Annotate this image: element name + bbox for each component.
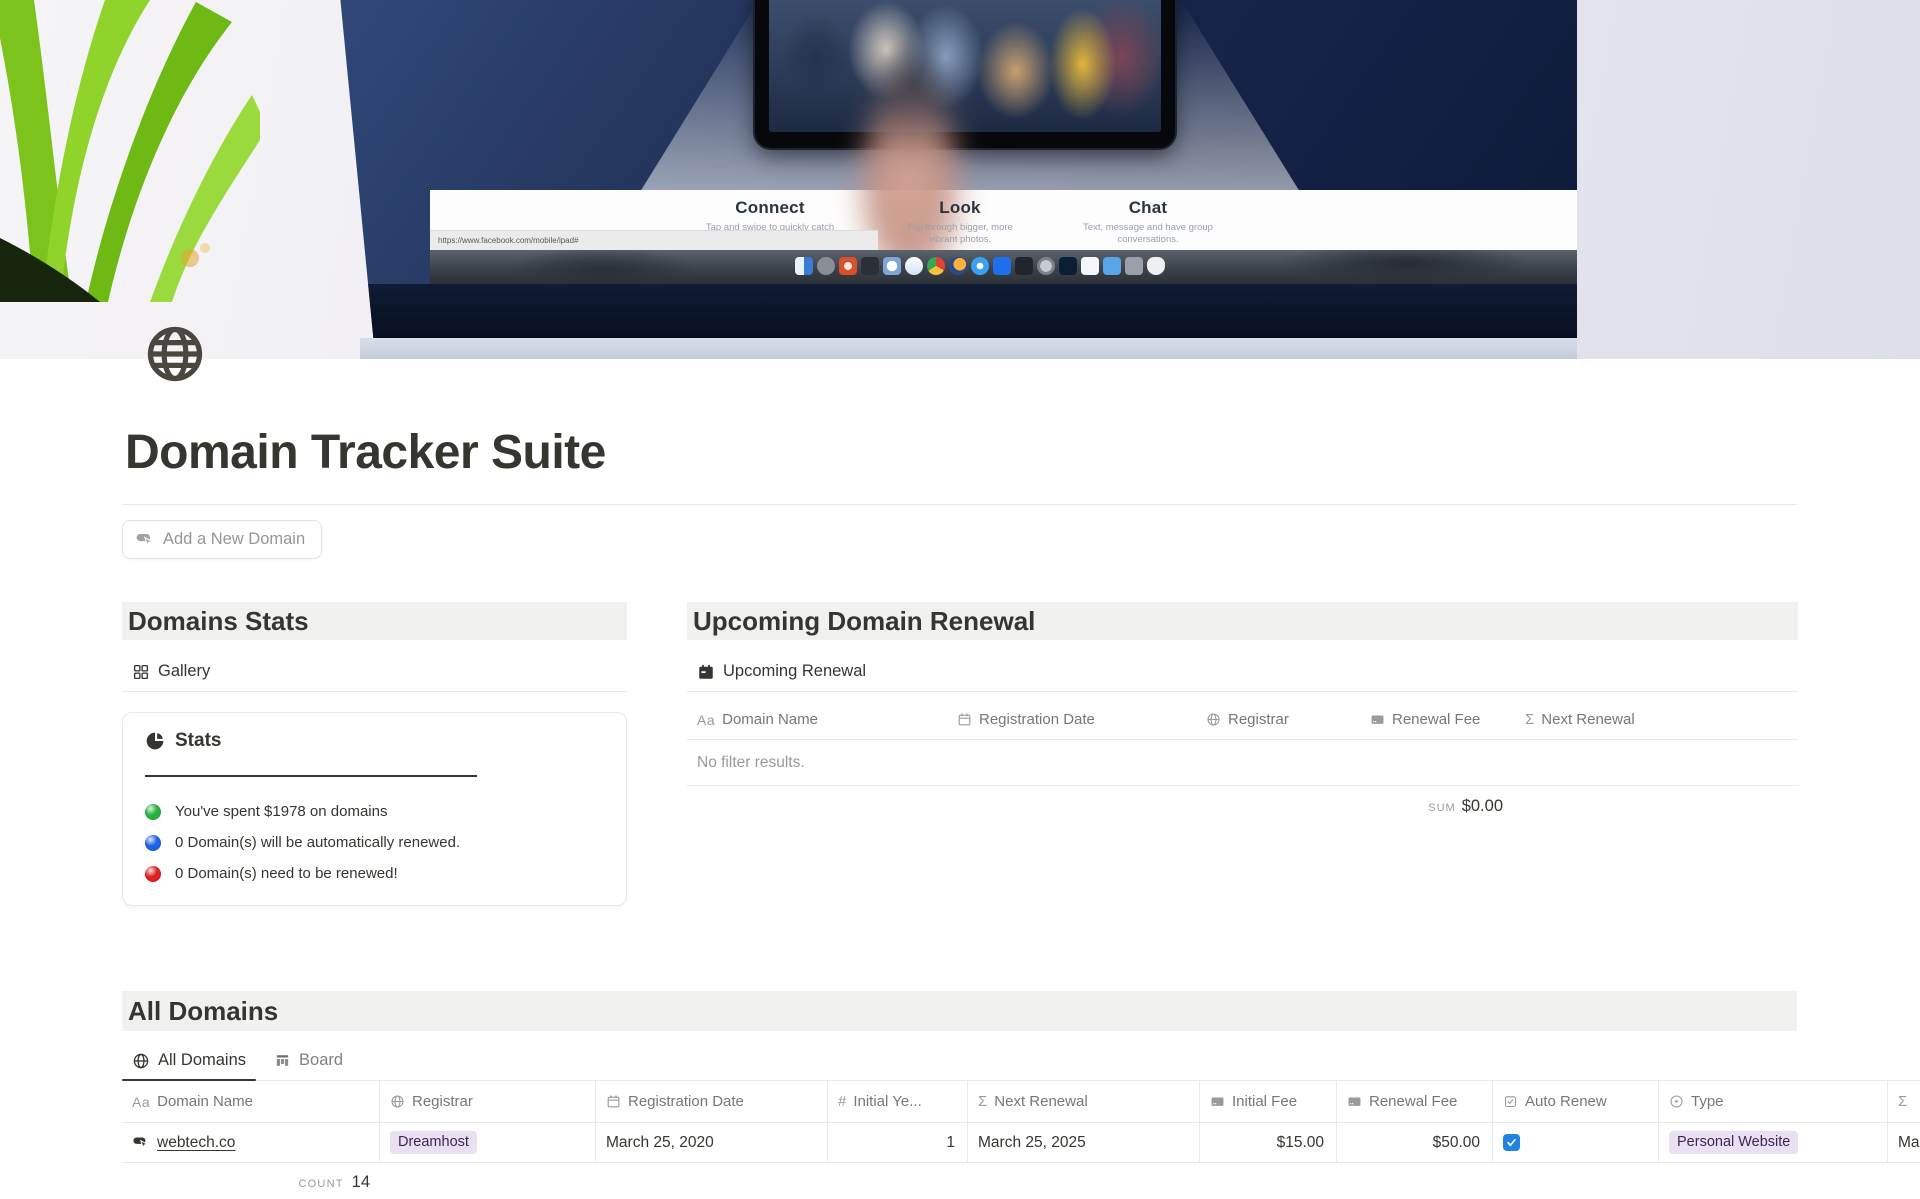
- cell-next-renewal[interactable]: March 25, 2025: [968, 1123, 1200, 1162]
- upcoming-renewal-section: Upcoming Domain Renewal Upcoming Renewal: [687, 602, 1798, 826]
- check-icon: [1506, 1137, 1517, 1148]
- column-header-formula[interactable]: Σ: [1888, 1081, 1920, 1122]
- credit-card-icon: [1347, 1094, 1362, 1109]
- column-header-renewal-fee[interactable]: Renewal Fee: [1360, 700, 1515, 739]
- page-icon-globe[interactable]: [144, 323, 206, 385]
- type-tag[interactable]: Personal Website: [1669, 1131, 1798, 1154]
- column-header-domain-name[interactable]: Aa Domain Name: [122, 1081, 380, 1122]
- column-header-auto-renew[interactable]: Auto Renew: [1493, 1081, 1659, 1122]
- notion-page: Connect Tap and swipe to quickly catchup…: [0, 0, 1920, 1199]
- count-calculation[interactable]: COUNT 14: [122, 1163, 380, 1199]
- column-header-initial-fee[interactable]: Initial Fee: [1200, 1081, 1337, 1122]
- globe-icon: [1206, 712, 1221, 727]
- sigma-icon: Σ: [1898, 1094, 1907, 1109]
- cell-renewal-fee[interactable]: $50.00: [1337, 1123, 1493, 1162]
- sigma-icon: Σ: [1525, 712, 1534, 727]
- cover-image: Connect Tap and swipe to quickly catchup…: [0, 0, 1920, 359]
- checkbox-icon: [1503, 1094, 1518, 1109]
- credit-card-icon: [1370, 712, 1385, 727]
- stats-card[interactable]: Stats You've spent $1978 on domains 0 Do…: [122, 712, 627, 906]
- pie-chart-icon: [145, 731, 165, 751]
- cell-auto-renew[interactable]: [1493, 1123, 1659, 1162]
- cover-url-bar: https://www.facebook.com/mobile/ipad#: [430, 230, 878, 250]
- view-tab-upcoming-renewal[interactable]: Upcoming Renewal: [697, 652, 866, 691]
- stat-item-spent: You've spent $1978 on domains: [145, 796, 604, 827]
- select-icon: [1669, 1094, 1684, 1109]
- hash-icon: #: [838, 1094, 846, 1109]
- upcoming-renewal-header: Upcoming Domain Renewal: [687, 602, 1798, 640]
- calendar-icon: [606, 1094, 621, 1109]
- column-header-renewal-fee[interactable]: Renewal Fee: [1337, 1081, 1493, 1122]
- column-header-registrar[interactable]: Registrar: [380, 1081, 596, 1122]
- domain-link[interactable]: webtech.co: [132, 1134, 235, 1152]
- column-header-type[interactable]: Type: [1659, 1081, 1888, 1122]
- column-header-next-renewal[interactable]: Σ Next Renewal: [1515, 700, 1788, 739]
- upcoming-empty-state: No filter results.: [687, 740, 1798, 786]
- sigma-icon: Σ: [978, 1094, 987, 1109]
- green-dot-icon: [145, 804, 161, 820]
- board-icon: [274, 1052, 291, 1069]
- cell-registration-date[interactable]: March 25, 2020: [596, 1123, 828, 1162]
- red-dot-icon: [145, 866, 161, 882]
- all-domains-header: All Domains: [122, 991, 1797, 1031]
- credit-card-icon: [1210, 1094, 1225, 1109]
- stat-item-need-renew: 0 Domain(s) need to be renewed!: [145, 858, 604, 889]
- column-header-domain-name[interactable]: Aa Domain Name: [687, 700, 947, 739]
- cell-type[interactable]: Personal Website: [1659, 1123, 1888, 1162]
- all-domains-view-bar: All Domains Board: [122, 1041, 1920, 1081]
- globe-icon: [132, 1052, 150, 1070]
- all-domains-section: All Domains All Domains: [122, 991, 1920, 1199]
- view-tab-board[interactable]: Board: [274, 1041, 343, 1080]
- column-header-registration-date[interactable]: Registration Date: [596, 1081, 828, 1122]
- registrar-tag[interactable]: Dreamhost: [390, 1131, 477, 1154]
- column-header-registrar[interactable]: Registrar: [1196, 700, 1360, 739]
- cell-initial-years[interactable]: 1: [828, 1123, 968, 1162]
- auto-renew-checkbox[interactable]: [1503, 1134, 1520, 1151]
- column-header-initial-years[interactable]: # Initial Ye...: [828, 1081, 968, 1122]
- view-tab-all-domains[interactable]: All Domains: [132, 1041, 246, 1080]
- column-header-next-renewal[interactable]: Σ Next Renewal: [968, 1081, 1200, 1122]
- table-footer: COUNT 14: [122, 1163, 1920, 1199]
- sum-calculation[interactable]: SUM $0.00: [1360, 797, 1515, 816]
- cell-formula[interactable]: Ma: [1888, 1123, 1920, 1162]
- text-type-icon: Aa: [132, 1095, 150, 1109]
- click-button-icon: [135, 530, 154, 549]
- globe-icon: [144, 323, 206, 385]
- stats-card-title: Stats: [145, 730, 604, 752]
- cover-feature: Chat Text, message and have groupconvers…: [1038, 198, 1258, 246]
- upcoming-sum-row: SUM $0.00: [687, 786, 1798, 826]
- all-domains-table-header: Aa Domain Name Registrar: [122, 1081, 1920, 1123]
- gallery-icon: [132, 663, 150, 681]
- page-title: Domain Tracker Suite: [125, 425, 1920, 480]
- cell-initial-fee[interactable]: $15.00: [1200, 1123, 1337, 1162]
- text-type-icon: Aa: [697, 713, 715, 727]
- stats-divider-line: [145, 775, 477, 777]
- calendar-icon: [957, 712, 972, 727]
- cover-feature: Look Flip through bigger, morevibrant ph…: [850, 198, 1070, 246]
- globe-icon: [390, 1094, 405, 1109]
- upcoming-table-header: Aa Domain Name Registration Da: [687, 700, 1798, 740]
- domains-stats-view-bar: Gallery: [122, 652, 627, 692]
- view-tab-gallery[interactable]: Gallery: [132, 652, 210, 691]
- cell-domain-name[interactable]: webtech.co: [122, 1123, 380, 1162]
- table-row: webtech.co Dreamhost March 25, 2020 1 Ma…: [122, 1123, 1920, 1163]
- domains-stats-header: Domains Stats: [122, 602, 627, 640]
- blue-dot-icon: [145, 835, 161, 851]
- cover-dock: [430, 250, 1577, 284]
- cover-monitor-photo: Connect Tap and swipe to quickly catchup…: [310, 0, 1577, 338]
- calendar-icon: [697, 663, 715, 681]
- add-new-domain-button[interactable]: Add a New Domain: [122, 520, 322, 559]
- cell-registrar[interactable]: Dreamhost: [380, 1123, 596, 1162]
- domains-stats-section: Domains Stats Gallery: [122, 602, 627, 906]
- column-header-registration-date[interactable]: Registration Date: [947, 700, 1196, 739]
- divider: [122, 504, 1797, 505]
- stat-item-auto-renew: 0 Domain(s) will be automatically renewe…: [145, 827, 604, 858]
- click-button-icon: [132, 1134, 149, 1151]
- cover-plant: [0, 0, 260, 302]
- upcoming-view-bar: Upcoming Renewal: [687, 652, 1798, 692]
